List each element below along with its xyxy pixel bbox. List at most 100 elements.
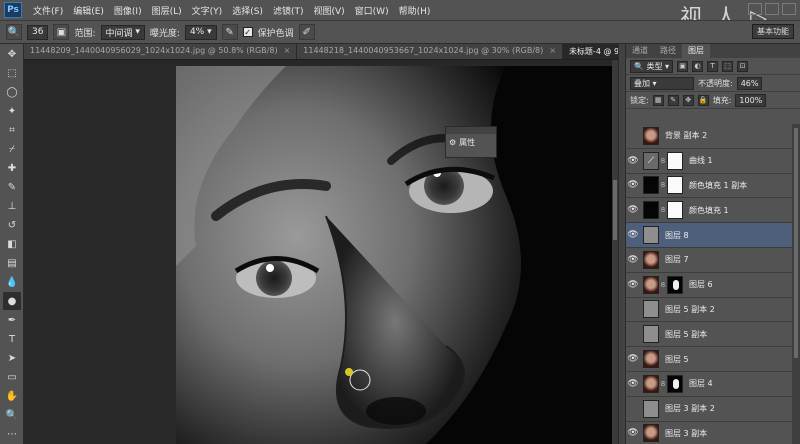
lock-position-icon[interactable]: ✥ [682, 94, 694, 106]
visibility-eye-icon[interactable]: 👁 [626, 329, 640, 339]
canvas-area[interactable] [24, 60, 618, 444]
layer-row[interactable]: 👁 图层 5 副本 2 [626, 298, 792, 323]
visibility-eye-icon[interactable]: 👁 [626, 404, 640, 414]
document-canvas[interactable] [176, 66, 616, 444]
layer-row[interactable]: 👁 8 图层 6 [626, 273, 792, 298]
move-tool-icon[interactable]: ✥ [3, 45, 21, 63]
menu-item[interactable]: 文字(Y) [187, 4, 228, 17]
properties-row[interactable]: ⚙ 属性 [446, 134, 496, 151]
visibility-eye-icon[interactable]: 👁 [626, 379, 640, 389]
visibility-eye-icon[interactable]: 👁 [626, 156, 640, 166]
dodge-tool-icon[interactable]: 🔍 [6, 24, 22, 40]
layer-row[interactable]: 👁 图层 7 [626, 248, 792, 273]
menu-item[interactable]: 图像(I) [109, 4, 147, 17]
menu-item[interactable]: 帮助(H) [394, 4, 436, 17]
layer-mask-thumbnail[interactable] [667, 176, 683, 195]
brush-tool-icon[interactable]: ✎ [3, 178, 21, 196]
workspace-select[interactable]: 基本功能 [752, 24, 794, 39]
visibility-eye-icon[interactable]: 👁 [626, 354, 640, 364]
mask-link-icon[interactable]: 8 [659, 380, 667, 388]
lock-pixels-icon[interactable]: ✎ [667, 94, 679, 106]
quick-select-tool-icon[interactable]: ✦ [3, 102, 21, 120]
menu-item[interactable]: 视图(V) [308, 4, 349, 17]
layer-row[interactable]: 👁 ⟋ 8 曲线 1 [626, 149, 792, 174]
minimize-icon[interactable] [748, 3, 762, 15]
layer-row[interactable]: 👁 8 图层 4 [626, 372, 792, 397]
pen-tool-icon[interactable]: ✒ [3, 311, 21, 329]
menu-item[interactable]: 滤镜(T) [268, 4, 309, 17]
tab-close-icon[interactable]: × [284, 46, 291, 57]
layer-row[interactable]: 👁 8 颜色填充 1 副本 [626, 174, 792, 199]
panel-tab[interactable]: 图层 [682, 44, 710, 58]
filter-kind-select[interactable]: 🔍 类型 ▾ [630, 59, 674, 73]
dodge-tool-icon[interactable]: ● [3, 292, 21, 310]
brush-size-picker[interactable]: 36 [27, 24, 49, 40]
visibility-eye-icon[interactable]: 👁 [626, 180, 640, 190]
mask-link-icon[interactable]: 8 [659, 281, 667, 289]
mask-link-icon[interactable]: 8 [659, 181, 667, 189]
lock-all-icon[interactable]: 🔒 [697, 94, 709, 106]
shape-tool-icon[interactable]: ▭ [3, 368, 21, 386]
blur-tool-icon[interactable]: 💧 [3, 273, 21, 291]
layer-row[interactable]: 👁 图层 5 副本 [626, 322, 792, 348]
layer-row[interactable]: 👁 图层 3 副本 2 [626, 397, 792, 422]
crop-tool-icon[interactable]: ⌗ [3, 121, 21, 139]
lock-transparent-icon[interactable]: ▦ [652, 94, 664, 106]
history-brush-tool-icon[interactable]: ↺ [3, 216, 21, 234]
mask-link-icon[interactable]: 8 [659, 157, 667, 165]
scroll-thumb[interactable] [794, 128, 798, 358]
filter-shape-icon[interactable]: ⬚ [722, 60, 734, 72]
filter-type-icon[interactable]: T [707, 60, 719, 72]
layer-row[interactable]: 👁 图层 3 副本 [626, 422, 792, 444]
filter-smart-icon[interactable]: ⊡ [737, 60, 749, 72]
visibility-eye-icon[interactable]: 👁 [626, 205, 640, 215]
menu-item[interactable]: 窗口(W) [350, 4, 394, 17]
visibility-eye-icon[interactable]: 👁 [626, 255, 640, 265]
hand-tool-icon[interactable]: ✋ [3, 387, 21, 405]
visibility-eye-icon[interactable]: 👁 [626, 304, 640, 314]
close-icon[interactable] [782, 3, 796, 15]
document-tab[interactable]: 11448209_1440040956029_1024x1024.jpg @ 5… [24, 44, 298, 59]
filter-adjust-icon[interactable]: ◐ [692, 60, 704, 72]
panel-header[interactable] [446, 127, 496, 134]
layer-row[interactable]: 👁 背景 副本 2 [626, 124, 792, 149]
visibility-eye-icon[interactable]: 👁 [626, 428, 640, 438]
protect-tones-checkbox[interactable]: ✓ [242, 27, 253, 37]
brush-panel-icon[interactable]: ▣ [53, 24, 70, 40]
panel-tab[interactable]: 路径 [654, 44, 682, 58]
type-tool-icon[interactable]: T [3, 330, 21, 348]
eyedropper-tool-icon[interactable]: ⌿ [3, 140, 21, 158]
tab-close-icon[interactable]: × [549, 46, 556, 57]
pressure-icon[interactable]: ✐ [298, 24, 315, 40]
stamp-tool-icon[interactable]: ⊥ [3, 197, 21, 215]
edit-toolbar-icon[interactable]: ⋯ [3, 425, 21, 443]
menu-item[interactable]: 文件(F) [28, 4, 68, 17]
visibility-eye-icon[interactable]: 👁 [626, 131, 640, 141]
lasso-tool-icon[interactable]: ◯ [3, 83, 21, 101]
healing-tool-icon[interactable]: ✚ [3, 159, 21, 177]
layer-row[interactable]: 👁 图层 5 [626, 347, 792, 372]
zoom-tool-icon[interactable]: 🔍 [3, 406, 21, 424]
airbrush-icon[interactable]: ✎ [221, 24, 238, 40]
opacity-input[interactable]: 46% [736, 76, 763, 90]
document-tab[interactable]: 11448218_1440040953667_1024x1024.jpg @ 3… [297, 44, 563, 59]
fill-input[interactable]: 100% [735, 93, 767, 107]
exposure-input[interactable]: 4% ▾ [184, 24, 217, 40]
marquee-tool-icon[interactable]: ⬚ [3, 64, 21, 82]
blend-mode-select[interactable]: 叠加 ▾ [630, 76, 694, 90]
eraser-tool-icon[interactable]: ◧ [3, 235, 21, 253]
layer-row[interactable]: 👁 8 颜色填充 1 [626, 198, 792, 224]
layer-mask-thumbnail[interactable] [667, 201, 683, 220]
layer-mask-thumbnail[interactable] [667, 374, 683, 393]
properties-collapsed-panel[interactable]: ⚙ 属性 [445, 126, 497, 158]
filter-pixel-icon[interactable]: ▣ [677, 60, 689, 72]
menu-item[interactable]: 编辑(E) [68, 4, 109, 17]
gradient-tool-icon[interactable]: ▤ [3, 254, 21, 272]
range-select[interactable]: 中间调 ▾ [100, 24, 145, 40]
menu-item[interactable]: 选择(S) [227, 4, 268, 17]
mask-link-icon[interactable]: 8 [659, 206, 667, 214]
layer-mask-thumbnail[interactable] [667, 275, 683, 294]
path-select-tool-icon[interactable]: ➤ [3, 349, 21, 367]
document-tab[interactable]: 未标题-4 @ 99.2% (图层 8, RGB/8) *× [562, 44, 618, 59]
scroll-thumb[interactable] [613, 180, 617, 240]
